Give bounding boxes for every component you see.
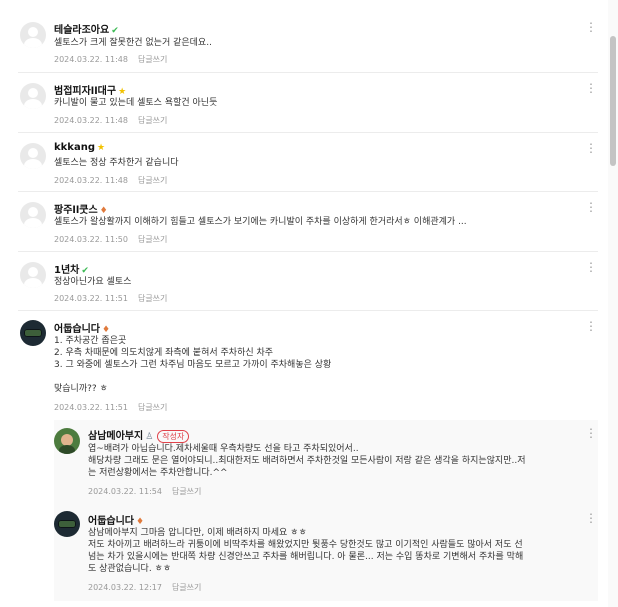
comment-text-line: 도 상관없습니다. ㅎㅎ [88, 564, 172, 574]
comment-date: 2024.03.22. 11:48 [54, 176, 128, 185]
comment-nickname[interactable]: 어둡습니다 ♦ [54, 320, 110, 335]
comment-meta: 2024.03.22. 11:50 답글쓰기 [54, 234, 167, 245]
divider [18, 251, 598, 252]
comment-meta: 2024.03.22. 12:17 답글쓰기 [88, 582, 201, 593]
comment-nickname[interactable]: 팡주ll쿳스 ♦ [54, 201, 108, 216]
author-tag: 작성자 [157, 430, 190, 443]
avatar[interactable] [20, 22, 46, 48]
comment-date: 2024.03.22. 11:54 [88, 487, 162, 496]
avatar[interactable] [20, 262, 46, 288]
comment-text-line: 넘는 차가 있을시에는 반대쪽 차량 신경안쓰고 주차를 해버립니다. 아 물론… [88, 552, 524, 562]
comment-text-line: 2. 우측 차때문에 의도치않게 좌측에 붙혀서 주차하신 차주 [54, 348, 274, 358]
avatar[interactable] [54, 511, 80, 537]
member-badge-icon: ♙ [145, 432, 154, 442]
comment-meta: 2024.03.22. 11:51 답글쓰기 [54, 293, 167, 304]
comment-nickname[interactable]: 삼남메아부지 ♙ 작성자 [88, 427, 190, 443]
avatar[interactable] [20, 202, 46, 228]
comment-date: 2024.03.22. 11:48 [54, 116, 128, 125]
comment-text-line: 1. 주차공간 좁은곳 [54, 336, 127, 346]
comment-nickname[interactable]: kkkang ★ [54, 142, 105, 153]
scrollbar[interactable] [608, 0, 618, 607]
comment-date: 2024.03.22. 11:48 [54, 55, 128, 64]
comment-text: 셀토스가 크게 잘못한건 없는거 같은데요.. [54, 38, 212, 48]
comment-text-line: 맞습니까?? ㅎ [54, 384, 108, 394]
scrollbar-thumb[interactable] [610, 36, 616, 166]
reply-button[interactable]: 답글쓰기 [138, 235, 167, 244]
comment-text-line: 3. 그 와중에 셀토스가 그런 차주님 마음도 모르고 가까이 주차해놓은 상… [54, 360, 332, 370]
comment-meta: 2024.03.22. 11:54 답글쓰기 [88, 486, 201, 497]
member-badge-icon: ✔ [111, 26, 119, 36]
avatar[interactable] [20, 320, 46, 346]
avatar[interactable] [20, 83, 46, 109]
more-vertical-icon[interactable]: ⋮ [585, 319, 597, 333]
member-badge-icon: ♦ [102, 325, 111, 335]
member-badge-icon: ✔ [81, 266, 89, 276]
more-vertical-icon[interactable]: ⋮ [585, 511, 597, 525]
comment-list: 테슬라조아요 ✔ 셀토스가 크게 잘못한건 없는거 같은데요.. 2024.03.… [0, 0, 618, 607]
reply-button[interactable]: 답글쓰기 [138, 176, 167, 185]
comment-meta: 2024.03.22. 11:51 답글쓰기 [54, 402, 167, 413]
member-badge-icon: ★ [118, 87, 127, 97]
comment-text-line: 해당차량 그래도 문은 열어야되니..최대한저도 배려하면서 주차한것일 모든사… [88, 456, 526, 466]
reply-button[interactable]: 답글쓰기 [172, 583, 201, 592]
divider [18, 72, 598, 73]
avatar[interactable] [20, 143, 46, 169]
comment-date: 2024.03.22. 11:50 [54, 235, 128, 244]
comment-text-line: 저도 차아끼고 배려하느라 귀퉁이에 비딱주차를 해왔었지만 튓풍수 당한것도 … [88, 540, 523, 550]
comment-text: 정상아닌가요 셀토스 [54, 277, 132, 287]
divider [18, 132, 598, 133]
more-vertical-icon[interactable]: ⋮ [585, 200, 597, 214]
comment-text-line: 삼남메아부지 그마음 압니다만, 이제 배려하지 마세요 ㅎㅎ [88, 528, 307, 538]
divider [18, 191, 598, 192]
reply-button[interactable]: 답글쓰기 [172, 487, 201, 496]
member-badge-icon: ★ [96, 143, 106, 153]
reply-button[interactable]: 답글쓰기 [138, 294, 167, 303]
comment-date: 2024.03.22. 11:51 [54, 294, 128, 303]
more-vertical-icon[interactable]: ⋮ [585, 426, 597, 440]
comment-text: 카니발이 물고 있는데 셀토스 욕할건 아닌듯 [54, 98, 218, 108]
comment-meta: 2024.03.22. 11:48 답글쓰기 [54, 115, 167, 126]
more-vertical-icon[interactable]: ⋮ [585, 81, 597, 95]
member-badge-icon: ♦ [136, 517, 145, 527]
more-vertical-icon[interactable]: ⋮ [585, 260, 597, 274]
comment-nickname[interactable]: 테슬라조아요 ✔ [54, 21, 119, 36]
more-vertical-icon[interactable]: ⋮ [585, 141, 597, 155]
comment-text-line: 엽~배려가 아닙습니다.제차세울때 우측차량도 선을 타고 주차되있어서.. [88, 444, 359, 454]
comment-date: 2024.03.22. 11:51 [54, 403, 128, 412]
comment-text: 셀토스가 왈상활까지 이해하기 힘들고 셀토스가 보기에는 카니발이 주차를 이… [54, 217, 467, 227]
more-vertical-icon[interactable]: ⋮ [585, 20, 597, 34]
comment-meta: 2024.03.22. 11:48 답글쓰기 [54, 175, 167, 186]
comment-date: 2024.03.22. 12:17 [88, 583, 162, 592]
reply-button[interactable]: 답글쓰기 [138, 116, 167, 125]
comment-nickname[interactable]: 어둡습니다 ♦ [88, 512, 144, 527]
comment-text: 셀토스는 정상 주차한거 같습니다 [54, 158, 179, 168]
member-badge-icon: ♦ [99, 206, 108, 216]
divider [18, 310, 598, 311]
reply-button[interactable]: 답글쓰기 [138, 55, 167, 64]
avatar[interactable] [54, 428, 80, 454]
reply-button[interactable]: 답글쓰기 [138, 403, 167, 412]
comment-nickname[interactable]: 범접피자ll대구 ★ [54, 82, 126, 97]
comment-meta: 2024.03.22. 11:48 답글쓰기 [54, 54, 167, 65]
comment-text-line: 는 저런상황에서는 주차안합니다.^^ [88, 468, 228, 478]
comment-nickname[interactable]: 1년차 ✔ [54, 261, 89, 276]
